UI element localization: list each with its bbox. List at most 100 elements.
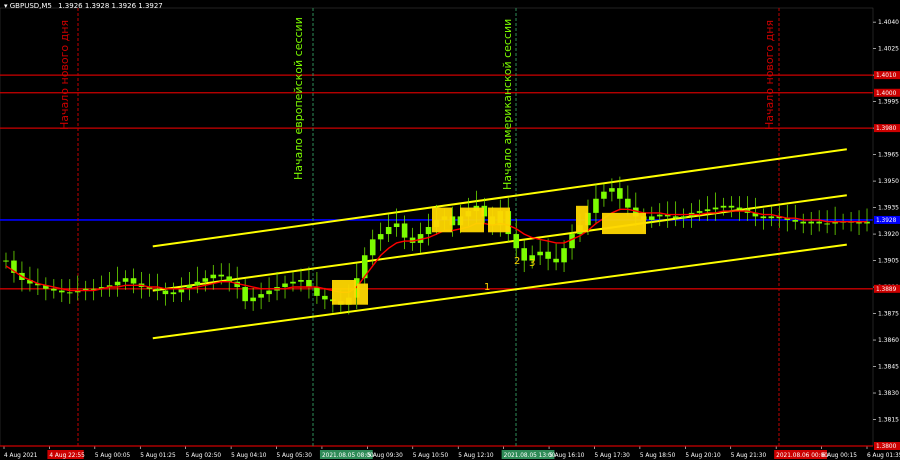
candle-body bbox=[194, 281, 201, 286]
price-tick-label: 1.3845 bbox=[878, 364, 899, 371]
candle-body bbox=[393, 223, 400, 227]
candle-body bbox=[696, 211, 703, 213]
candle-body bbox=[760, 216, 767, 219]
candle-body bbox=[3, 260, 9, 262]
candle-body bbox=[59, 290, 65, 293]
candle-body bbox=[154, 288, 161, 291]
candle-body bbox=[226, 276, 233, 282]
trend-channel bbox=[152, 148, 847, 340]
time-tick-label: 5 Aug 20:10 bbox=[685, 453, 721, 459]
candle-body bbox=[306, 279, 312, 288]
ohlc-readout: 1.3926 1.3928 1.3926 1.3927 bbox=[58, 2, 163, 10]
time-tick-label: 5 Aug 18:50 bbox=[640, 453, 676, 459]
candle-body bbox=[242, 287, 248, 302]
time-tick-label: 6 Aug 00:15 bbox=[822, 453, 858, 459]
chart-title: ▾ GBPUSD,M5 1.3926 1.3928 1.3926 1.3927 bbox=[4, 2, 163, 10]
red-level-label: 1.4000 bbox=[876, 91, 897, 97]
time-tick-label: 6 Aug 01:35 bbox=[867, 453, 900, 459]
red-level-label: 1.3980 bbox=[876, 126, 897, 132]
time-tick-label: 4 Aug 2021 bbox=[4, 453, 38, 459]
candle-body bbox=[537, 251, 543, 256]
marker-1: 1 bbox=[484, 282, 490, 293]
candle-body bbox=[561, 248, 567, 263]
candle-body bbox=[625, 198, 631, 208]
time-tick-label: 2021.08.05 13:00 bbox=[504, 453, 556, 459]
candle-body bbox=[736, 207, 743, 210]
new-day-label-left: Начало нового дня bbox=[58, 20, 71, 130]
red-level-label: 1.3800 bbox=[876, 444, 897, 450]
candle-body bbox=[250, 297, 256, 302]
price-chart[interactable]: 1.4040 1.4025 1.4010 1.3995 1.3980 1.3965 1.39… bbox=[0, 0, 900, 460]
candle-body bbox=[66, 292, 73, 294]
candle-body bbox=[218, 274, 225, 277]
time-tick-label: 5 Aug 09:30 bbox=[367, 453, 403, 459]
marker-3: 3 bbox=[529, 258, 535, 269]
candle-body bbox=[170, 292, 177, 295]
trading-chart-window[interactable]: 1.4040 1.4025 1.4010 1.3995 1.3980 1.3965 1.39… bbox=[0, 0, 900, 460]
price-tick-label: 1.3965 bbox=[878, 152, 899, 159]
signal-box-2 bbox=[357, 283, 368, 305]
dropdown-icon[interactable]: ▾ bbox=[4, 2, 8, 10]
time-tick-label: 2021.08.06 00:00 bbox=[776, 453, 828, 459]
signal-box-3 bbox=[432, 207, 452, 233]
candle-body bbox=[162, 290, 169, 295]
euro-session-label: Начало европейской сессии bbox=[292, 17, 305, 180]
price-tick-label: 1.4040 bbox=[878, 19, 899, 26]
candle-body bbox=[258, 294, 264, 298]
candle-body bbox=[680, 216, 687, 219]
time-tick-label: 5 Aug 16:10 bbox=[549, 453, 585, 459]
signal-box-5 bbox=[488, 207, 510, 233]
signal-box-1 bbox=[332, 279, 356, 305]
time-tick-label: 5 Aug 02:50 bbox=[186, 453, 222, 459]
candles bbox=[3, 176, 870, 315]
time-tick-label: 5 Aug 10:50 bbox=[413, 453, 449, 459]
candle-body bbox=[553, 258, 559, 263]
candle-body bbox=[720, 205, 727, 208]
symbol-label: GBPUSD,M5 bbox=[9, 2, 52, 10]
candle-body bbox=[114, 281, 121, 286]
candle-body bbox=[593, 198, 599, 213]
price-tick-label: 1.3920 bbox=[878, 231, 899, 238]
price-tick-label: 1.4025 bbox=[878, 46, 899, 53]
time-axis: 4 Aug 2021 4 Aug 22:55 5 Aug 00:05 5 Aug 01… bbox=[3, 446, 900, 459]
price-tick-label: 1.3815 bbox=[878, 417, 899, 424]
candle-body bbox=[545, 251, 551, 259]
candle-body bbox=[425, 227, 432, 235]
candle-body bbox=[728, 205, 735, 208]
price-tick-label: 1.3950 bbox=[878, 178, 899, 185]
candle-body bbox=[792, 219, 799, 222]
blue-level-label: 1.3928 bbox=[876, 218, 897, 224]
time-tick-label: 5 Aug 00:05 bbox=[95, 453, 131, 459]
candle-body bbox=[290, 281, 296, 284]
candle-body bbox=[513, 234, 520, 249]
candle-body bbox=[808, 221, 814, 224]
time-tick-label: 4 Aug 22:55 bbox=[49, 453, 85, 459]
candle-body bbox=[521, 248, 527, 261]
price-tick-label: 1.3995 bbox=[878, 99, 899, 106]
candle-body bbox=[656, 214, 663, 217]
candle-body bbox=[712, 207, 719, 210]
time-tick-label: 5 Aug 21:30 bbox=[731, 453, 767, 459]
candle-body bbox=[385, 227, 392, 235]
marker-2: 2 bbox=[514, 256, 520, 267]
candle-body bbox=[210, 274, 217, 279]
candle-body bbox=[282, 283, 288, 288]
price-tick-label: 1.3875 bbox=[878, 311, 899, 318]
candle-body bbox=[824, 223, 830, 225]
candle-body bbox=[401, 223, 408, 238]
price-tick-label: 1.3935 bbox=[878, 205, 899, 212]
candle-body bbox=[609, 188, 615, 192]
candle-body bbox=[369, 239, 376, 256]
candle-body bbox=[322, 295, 328, 300]
signal-box-6 bbox=[576, 205, 588, 233]
time-tick-label: 5 Aug 04:10 bbox=[231, 453, 267, 459]
candle-body bbox=[130, 278, 137, 284]
candle-body bbox=[601, 191, 607, 199]
candle-body bbox=[202, 278, 209, 282]
candle-body bbox=[704, 209, 711, 212]
candle-body bbox=[298, 279, 304, 282]
time-tick-label: 5 Aug 01:25 bbox=[140, 453, 176, 459]
price-tick-label: 1.3830 bbox=[878, 390, 899, 397]
time-tick-label: 5 Aug 12:10 bbox=[458, 453, 494, 459]
candle-body bbox=[569, 234, 575, 249]
